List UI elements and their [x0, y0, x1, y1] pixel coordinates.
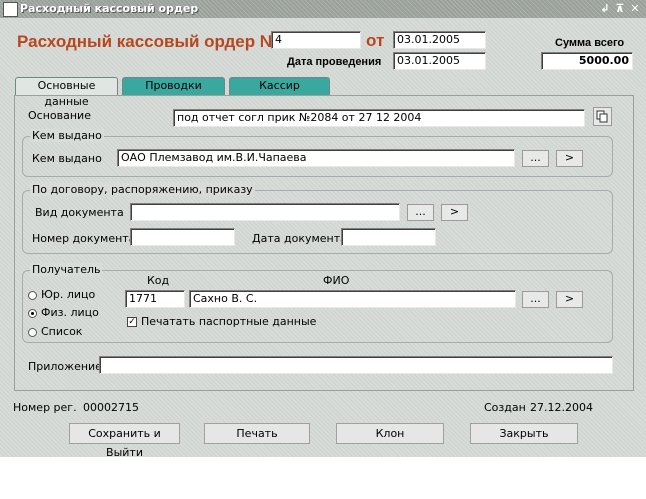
close-button[interactable]: Закрыть	[470, 423, 578, 444]
created-label: Создан	[484, 401, 526, 414]
basis-input[interactable]: под отчет согл прик №2084 от 27 12 2004	[173, 109, 585, 127]
print-passport-label: Печатать паспортные данные	[141, 315, 317, 328]
radio-individual[interactable]	[28, 309, 37, 318]
window-title: Расходный кассовый ордер	[20, 2, 199, 15]
doc-type-label: Вид документа	[35, 206, 124, 219]
attachment-label: Приложение	[28, 360, 102, 373]
tab-cashier[interactable]: Кассир	[229, 77, 330, 95]
doc-type-input[interactable]	[130, 203, 400, 221]
from-label: от	[366, 31, 385, 50]
print-passport-checkbox[interactable]: ✓	[127, 317, 137, 327]
radio-list[interactable]	[28, 328, 37, 337]
issued-by-select-button[interactable]: ...	[522, 150, 549, 167]
clone-button[interactable]: Клон	[336, 423, 444, 444]
code-header: Код	[147, 274, 170, 287]
maximize-icon[interactable]: ⊼	[613, 2, 627, 15]
recipient-fio-input[interactable]: Сахно В. С.	[189, 290, 516, 308]
fio-header: ФИО	[323, 274, 350, 287]
attachment-input[interactable]	[99, 356, 613, 374]
basis-label: Основание	[28, 109, 91, 122]
radio-legal-entity[interactable]	[28, 291, 37, 300]
app-icon	[3, 2, 18, 17]
radio-individual-label: Физ. лицо	[41, 306, 99, 319]
tab-main-data[interactable]: Основные данные	[15, 77, 118, 108]
issued-by-group-label: Кем выдано	[30, 129, 104, 142]
title-bar: Расходный кассовый ордер ↲ ⊼ ✕	[0, 0, 646, 18]
issued-by-open-button[interactable]: >	[556, 150, 583, 167]
doc-date-label: Дата документа	[252, 232, 347, 245]
total-amount-field: 5000.00	[541, 52, 633, 70]
created-date-value: 27.12.2004	[530, 401, 593, 414]
doc-number-label: Номер документа	[32, 232, 136, 245]
recipient-code-input[interactable]: 1771	[125, 290, 185, 308]
page-title: Расходный кассовый ордер №	[17, 32, 279, 51]
recipient-open-button[interactable]: >	[556, 291, 583, 308]
contract-group-label: По договору, распоряжению, приказу	[30, 183, 255, 196]
reg-number-value: 00002715	[83, 401, 139, 414]
radio-list-label: Список	[41, 325, 83, 338]
copy-icon[interactable]	[593, 107, 612, 126]
print-button[interactable]: Печать	[204, 423, 310, 444]
close-icon[interactable]: ✕	[628, 2, 642, 15]
radio-legal-entity-label: Юр. лицо	[41, 288, 96, 301]
save-and-exit-button[interactable]: Сохранить и Выйти	[69, 423, 180, 459]
issued-by-input[interactable]: ОАО Племзавод им.В.И.Чапаева	[117, 149, 515, 167]
posting-date-input[interactable]: 03.01.2005	[393, 52, 486, 70]
total-label: Сумма всего	[555, 37, 625, 49]
minimize-icon[interactable]: ↲	[598, 2, 612, 15]
reg-number-label: Номер рег.	[13, 401, 77, 414]
doc-date-input[interactable]	[341, 228, 436, 246]
issued-by-label: Кем выдано	[32, 152, 102, 165]
recipient-group-label: Получатель	[30, 263, 103, 276]
doc-type-select-button[interactable]: ...	[407, 204, 434, 221]
posting-date-label: Дата проведения	[287, 56, 382, 68]
order-date-input[interactable]: 03.01.2005	[393, 31, 486, 49]
doc-number-input[interactable]	[130, 228, 235, 246]
doc-type-open-button[interactable]: >	[441, 204, 468, 221]
recipient-select-button[interactable]: ...	[522, 291, 549, 308]
order-number-input[interactable]: 4	[271, 31, 361, 49]
tab-postings[interactable]: Проводки	[122, 77, 225, 95]
